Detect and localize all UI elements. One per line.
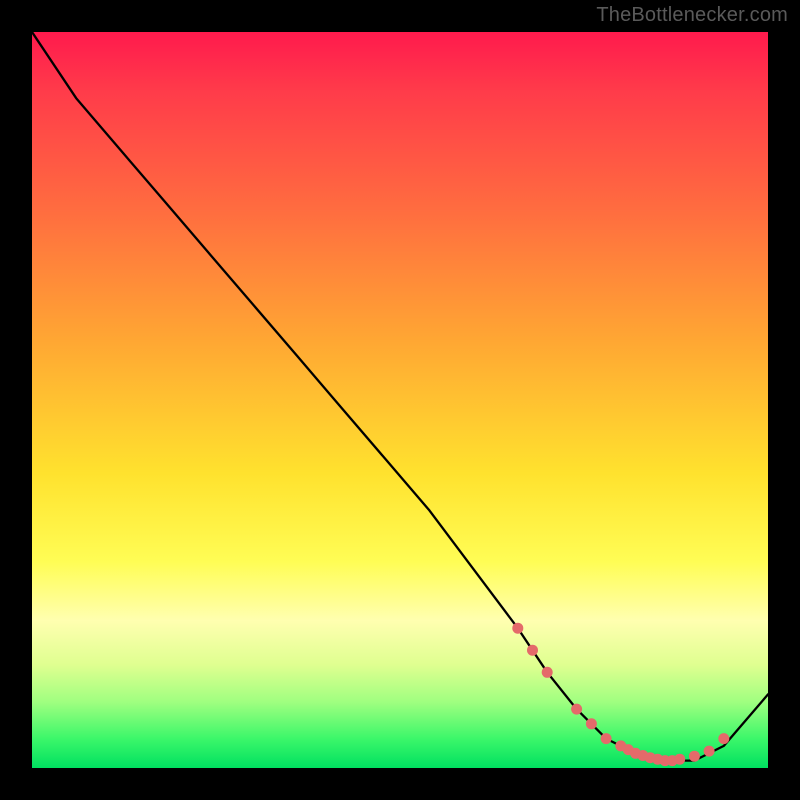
chart-overlay — [32, 32, 768, 768]
watermark-text: TheBottlenecker.com — [596, 4, 788, 27]
bottleneck-curve — [32, 32, 768, 761]
marker-dot — [718, 733, 729, 744]
marker-dot — [689, 751, 700, 762]
plot-area — [32, 32, 768, 768]
marker-dot — [586, 718, 597, 729]
marker-dot — [601, 733, 612, 744]
chart-frame: TheBottlenecker.com — [0, 0, 800, 800]
marker-dot — [674, 754, 685, 765]
marker-dot — [704, 746, 715, 757]
marker-dot — [527, 645, 538, 656]
marker-group — [512, 623, 729, 766]
marker-dot — [542, 667, 553, 678]
marker-dot — [571, 704, 582, 715]
marker-dot — [512, 623, 523, 634]
